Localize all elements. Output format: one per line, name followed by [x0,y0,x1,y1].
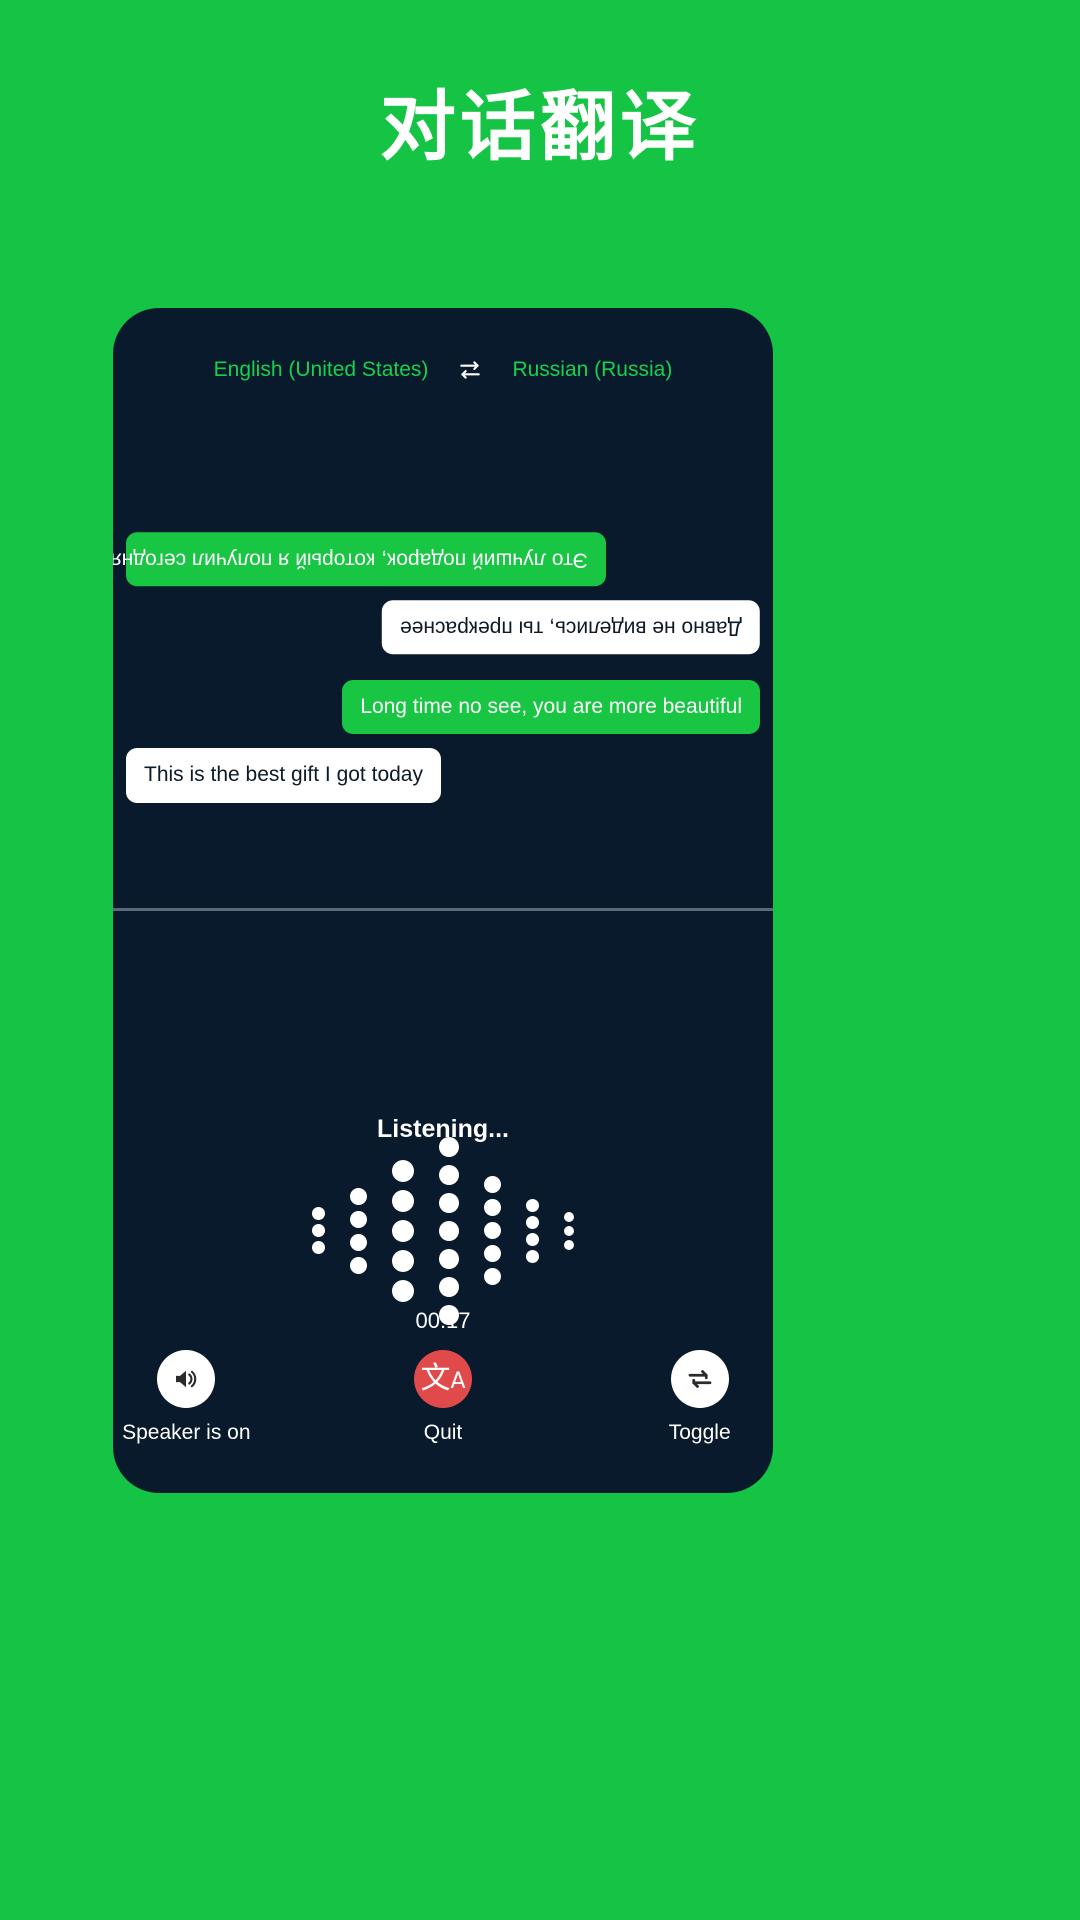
waveform-dot [439,1164,459,1185]
waveform-dot [392,1189,414,1212]
local-conversation-pane: Long time no see, you are more beautiful… [113,680,773,900]
remote-conversation-pane: Это лучший подарок, который я получил се… [113,386,773,676]
waveform-dot [392,1219,414,1242]
waveform-dot [439,1276,459,1297]
translate-glyph: 文A [420,1361,466,1396]
waveform-dot [392,1159,414,1182]
pane-divider [113,908,773,911]
waveform-dot [439,1192,459,1213]
quit-button[interactable]: 文A Quit [370,1350,517,1445]
waveform-column [526,1197,539,1265]
screen-root: 对话翻译 English (United States) Russian (Ru… [0,0,1080,1920]
message-row: Давно не виделись, ты прекраснее [113,599,773,654]
waveform-dot [350,1187,367,1205]
waveform-dot [439,1220,459,1241]
waveform-column [484,1173,501,1288]
waveform-dot [484,1176,501,1193]
repeat-icon[interactable] [670,1350,729,1408]
translate-icon[interactable]: 文A [414,1350,472,1408]
waveform-column [392,1156,414,1306]
waveform-dot [526,1249,539,1263]
waveform-dot [484,1268,501,1285]
local-message-bubble[interactable]: Long time no see, you are more beautiful [342,680,760,735]
message-row: This is the best gift I got today [113,748,773,803]
speaker-toggle-label: Speaker is on [122,1421,251,1444]
waveform-dot [439,1136,459,1157]
source-language-selector[interactable]: English (United States) [214,358,429,382]
waveform-column [350,1185,367,1277]
waveform-column [312,1205,325,1256]
local-message-bubble[interactable]: This is the best gift I got today [126,748,441,803]
waveform-dot [439,1248,459,1269]
waveform-dot [392,1249,414,1272]
remote-message-bubble[interactable]: Давно не виделись, ты прекраснее [382,599,760,654]
language-bar: English (United States) Russian (Russia) [113,356,773,384]
waveform-dot [484,1222,501,1239]
waveform-dot [564,1239,574,1250]
speaker-on-icon[interactable] [157,1350,216,1408]
toggle-label: Toggle [668,1421,731,1444]
waveform-dot [526,1198,539,1212]
waveform-dot [312,1241,325,1254]
audio-waveform-visualizer [113,1136,773,1325]
waveform-dot [312,1207,325,1220]
message-row: Long time no see, you are more beautiful [113,680,773,735]
waveform-dot [484,1245,501,1262]
waveform-dot [350,1210,367,1228]
swap-horizontal-icon[interactable] [456,356,484,384]
waveform-column [564,1210,574,1252]
waveform-dot [564,1225,574,1236]
quit-label: Quit [423,1421,463,1444]
control-bar: Speaker is on 文A Quit Toggle [113,1350,773,1445]
recording-timer: 00:17 [415,1308,471,1333]
remote-message-bubble[interactable]: Это лучший подарок, который я получил се… [113,531,606,586]
waveform-dot [564,1211,574,1222]
waveform-dot [526,1215,539,1229]
translator-panel: English (United States) Russian (Russia)… [113,308,773,1493]
waveform-dot [350,1233,367,1251]
target-language-selector[interactable]: Russian (Russia) [512,358,672,382]
speaker-toggle-button[interactable]: Speaker is on [113,1350,260,1445]
waveform-dot [526,1232,539,1246]
message-row: Это лучший подарок, который я получил се… [113,531,773,586]
waveform-dot [484,1199,501,1216]
page-title: 对话翻译 [380,85,700,170]
waveform-dot [350,1256,367,1274]
waveform-column [439,1133,459,1329]
waveform-dot [312,1224,325,1237]
waveform-dot [392,1279,414,1302]
toggle-button[interactable]: Toggle [626,1350,773,1445]
